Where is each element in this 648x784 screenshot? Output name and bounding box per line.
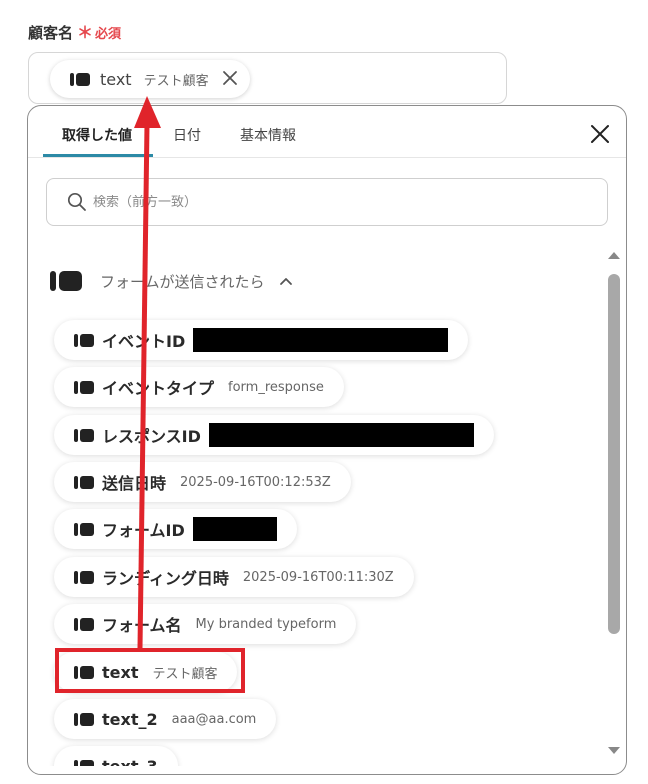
item-name: イベントタイプ [102, 379, 215, 398]
typeform-icon [50, 271, 82, 291]
field-label-text: 顧客名 [28, 24, 74, 42]
tab-date[interactable]: 日付 [173, 125, 201, 145]
search-input[interactable] [93, 194, 573, 210]
tab-acquired-values[interactable]: 取得した値 [62, 125, 132, 145]
typeform-icon [74, 522, 94, 536]
required-text: 必須 [95, 27, 122, 42]
redacted-value [208, 423, 474, 447]
required-star: ＊ [77, 23, 94, 42]
item-name: レスポンスID [102, 427, 201, 446]
list-item-text-3[interactable]: text_3 [54, 746, 178, 766]
scrollbar-thumb[interactable] [608, 274, 620, 634]
tab-basic-info[interactable]: 基本情報 [240, 125, 296, 145]
typeform-icon [74, 759, 94, 766]
typeform-icon [74, 428, 94, 442]
chip-value: テスト顧客 [143, 73, 209, 89]
search-icon [67, 192, 86, 211]
list-item-form-id[interactable]: フォームID [54, 509, 297, 549]
list-item-landed-at[interactable]: ランディング日時 2025-09-16T00:11:30Z [54, 557, 414, 597]
list-item-response-id[interactable]: レスポンスID [54, 415, 494, 455]
typeform-icon [74, 712, 94, 726]
list-item-form-name[interactable]: フォーム名 My branded typeform [54, 604, 357, 644]
item-name: 送信日時 [102, 474, 167, 493]
list-item-submitted-at[interactable]: 送信日時 2025-09-16T00:12:53Z [54, 462, 351, 502]
list-item-event-id[interactable]: イベントID [54, 320, 469, 360]
search-box[interactable] [46, 178, 608, 226]
field-label: 顧客名＊必須 [28, 19, 121, 43]
item-value: aaa@aa.com [171, 711, 257, 727]
active-tab-underline [43, 154, 153, 157]
item-name: text_2 [102, 709, 158, 729]
list-item-event-type[interactable]: イベントタイプ form_response [54, 367, 344, 407]
chip-name: text [100, 69, 132, 89]
item-name: フォーム名 [102, 616, 182, 635]
item-name: ランディング日時 [102, 569, 229, 588]
item-value: My branded typeform [195, 616, 337, 632]
typeform-icon [74, 380, 94, 394]
scroll-up-icon[interactable] [607, 250, 621, 260]
typeform-icon [74, 475, 94, 489]
item-name: フォームID [102, 521, 185, 540]
item-name: イベントID [102, 332, 186, 351]
selected-value-chip[interactable]: text テスト顧客 [50, 60, 250, 98]
list-item-text-2[interactable]: text_2 aaa@aa.com [54, 699, 277, 739]
item-value: 2025-09-16T00:11:30Z [242, 569, 394, 585]
item-name: text_3 [102, 756, 158, 767]
redacted-value [193, 328, 449, 352]
typeform-icon [74, 570, 94, 584]
item-value: 2025-09-16T00:12:53Z [180, 474, 331, 490]
close-icon[interactable] [589, 123, 611, 145]
redacted-value [192, 517, 277, 541]
scrollbar[interactable] [603, 246, 625, 766]
typeform-icon [74, 333, 94, 347]
remove-chip-icon[interactable] [220, 68, 240, 88]
annotation-highlight-box [55, 648, 245, 693]
typeform-icon [74, 617, 94, 631]
typeform-icon [70, 72, 90, 86]
scroll-down-icon[interactable] [607, 746, 621, 756]
group-header[interactable]: フォームが送信されたら [50, 268, 293, 294]
chevron-up-icon[interactable] [279, 276, 293, 286]
tab-bar: 取得した値 日付 基本情報 [28, 106, 626, 158]
item-value: form_response [228, 379, 324, 395]
group-title: フォームが送信されたら [100, 272, 265, 291]
